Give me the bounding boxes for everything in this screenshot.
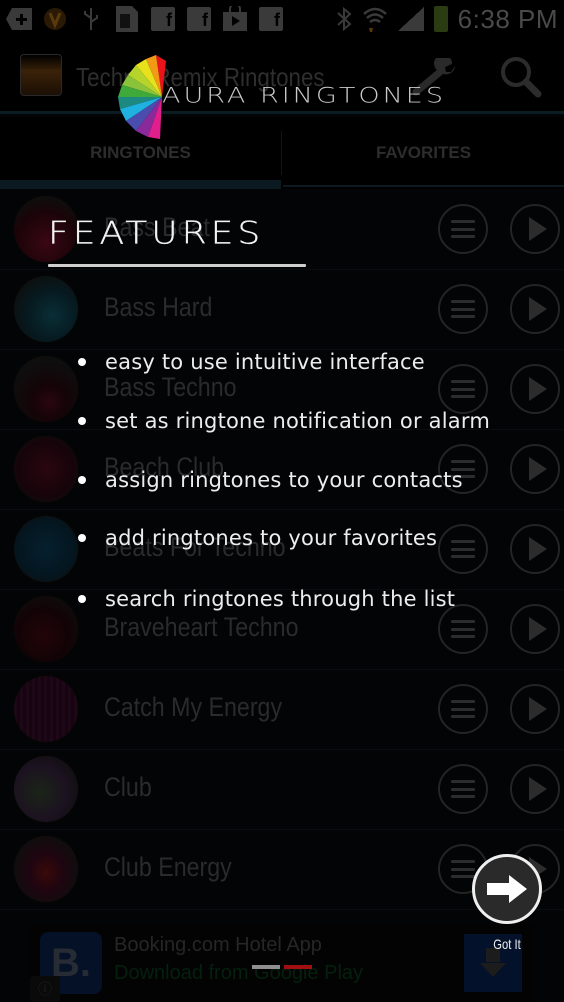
got-it-button[interactable]: [472, 854, 542, 924]
page-indicator: [252, 965, 312, 969]
feature-text: set as ringtone notification or alarm: [105, 409, 490, 433]
feature-text: easy to use intuitive interface: [105, 350, 425, 374]
aura-fan-logo-icon: [118, 55, 166, 139]
bullet-icon: [78, 358, 86, 366]
feature-text: search ringtones through the list: [105, 587, 456, 611]
bullet-icon: [78, 534, 86, 542]
feature-item: add ringtones to your favorites: [76, 526, 437, 550]
features-overlay: AURA RINGTONES FEATURES easy to use intu…: [0, 0, 564, 1002]
feature-item: set as ringtone notification or alarm: [76, 409, 490, 433]
feature-text: assign ringtones to your contacts: [105, 468, 463, 492]
features-heading: FEATURES: [48, 216, 265, 252]
page-dot-active[interactable]: [284, 965, 312, 969]
bullet-icon: [78, 595, 86, 603]
heading-underline: [48, 264, 306, 267]
got-it-label[interactable]: Got It: [487, 936, 527, 952]
brand-name: AURA RINGTONES: [162, 84, 446, 109]
arrow-right-icon: [487, 875, 527, 903]
page-dot[interactable]: [252, 965, 280, 969]
bullet-icon: [78, 476, 86, 484]
bullet-icon: [78, 417, 86, 425]
feature-item: assign ringtones to your contacts: [76, 468, 463, 492]
feature-item: search ringtones through the list: [76, 587, 455, 611]
feature-text: add ringtones to your favorites: [105, 526, 438, 550]
feature-item: easy to use intuitive interface: [76, 350, 425, 374]
